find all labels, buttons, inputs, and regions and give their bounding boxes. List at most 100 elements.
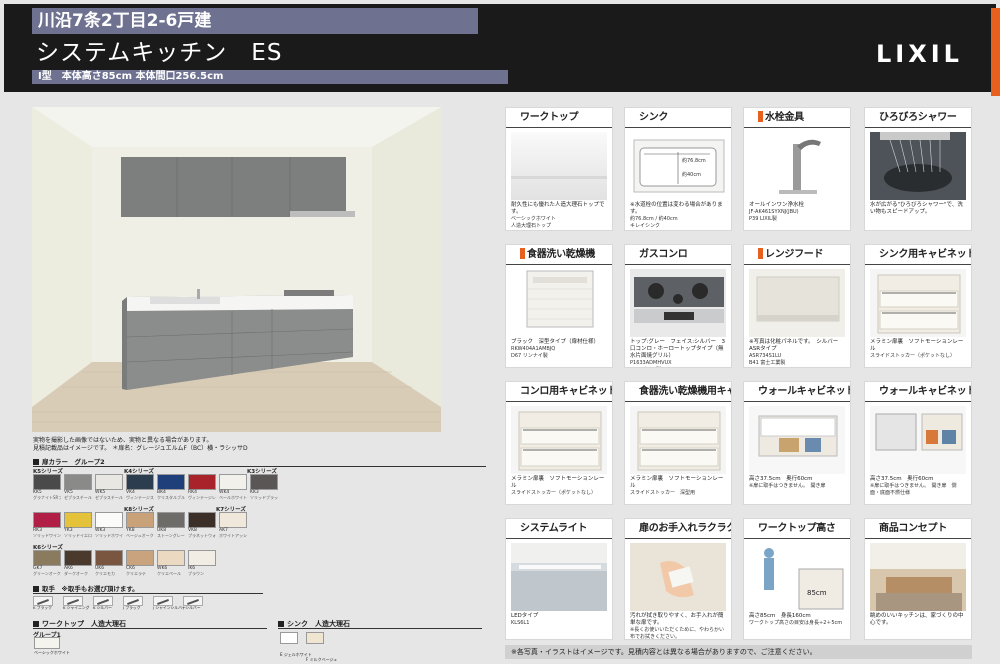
worktop-title: ワークトップ 人造大理石	[42, 620, 126, 628]
card-code: D67 リンナイ製	[511, 352, 548, 359]
card-title: 食器洗い乾燥機用キャビネット	[625, 382, 731, 402]
card-image	[870, 406, 966, 474]
card-image	[630, 406, 726, 474]
swatch-chip	[157, 512, 185, 528]
card-meta: スライドストッカー（ポケットなし）	[511, 490, 597, 496]
card-title: 水栓金具	[744, 108, 850, 128]
swatch-name: ゼブラスチールシルバー	[64, 495, 92, 500]
card-image: 約76.8cm 約40cm	[630, 132, 726, 200]
square-icon	[33, 621, 39, 627]
door-color-title: 扉カラー グループ2	[42, 458, 105, 466]
swatch-name: プラネットウォルナット	[188, 533, 216, 538]
swatch-name: クリスタルブルー	[157, 495, 185, 500]
swatch-name: ソリッドホワイト	[95, 533, 123, 538]
swatch-name: グラナイトSRブラック	[33, 495, 61, 500]
swatch-name: クリエペール	[157, 571, 181, 576]
swatch-chip	[64, 550, 92, 566]
card-title: コンロ用キャビネット	[506, 382, 612, 402]
card-description: 高さ85cm 身長160cm	[749, 613, 811, 619]
card-description: ブラック 深型タイプ（扉材仕様）	[511, 339, 600, 345]
door-swatch: YK8 ベージュオーク	[126, 512, 154, 538]
card-title: ひろびろシャワー	[865, 108, 971, 128]
card-image	[630, 269, 726, 337]
handle-option: J シルバー	[183, 596, 207, 610]
swatch-chip	[126, 512, 154, 528]
card-meta: ※扉に取手はつきません。 開き扉 側面・底面不燃仕様	[870, 483, 957, 496]
card-description: メラミン扉裏 ソフトモーションレール	[511, 476, 605, 489]
card-title: 食器洗い乾燥機	[506, 245, 612, 265]
swatch-chip	[157, 550, 185, 566]
swatch-name: ヴィンテージストーン	[126, 495, 154, 500]
card-title: 商品コンセプト	[865, 519, 971, 539]
kitchen-photo	[32, 107, 441, 432]
feature-card: ひろびろシャワー水が広がる"ひろびろシャワー"で、洗い物もスピードアップ。	[864, 107, 972, 231]
feature-card: シンク用キャビネット メラミン扉裏 ソフトモーションレール スライドストッカー（ポケ…	[864, 244, 972, 368]
square-icon	[33, 459, 39, 465]
card-title: ワークトップ	[506, 108, 612, 128]
sink-swatch-f-name: F ミルクベージュ	[306, 657, 338, 662]
swatch-name: ダークオーク	[64, 571, 88, 576]
swatch-chip	[95, 550, 123, 566]
svg-text:約76.8cm: 約76.8cm	[682, 157, 706, 164]
card-code: B41 富士工業製	[749, 359, 786, 366]
feature-card: 商品コンセプト眺めのいいキッチンは、家づくりの中心です。	[864, 518, 972, 640]
sink-swatch-f	[306, 632, 324, 644]
card-title: シンク用キャビネット	[865, 245, 971, 265]
feature-card: 食器洗い乾燥機用キャビネットメラミン扉裏 ソフトモーションレールスライドストッカ…	[624, 381, 732, 505]
handle-option: K シルバー	[93, 596, 117, 610]
sink-title: シンク 人造大理石	[287, 620, 350, 628]
handle-icon	[153, 596, 173, 606]
footer-note: ※各写真・イラストはイメージです。見積内容とは異なる場合がありますので、ご注意く…	[505, 645, 972, 659]
handle-options: K ブラック K シャイニング K シルバー J ブラック J シャインシルバー J シル…	[33, 596, 273, 614]
handle-option: J シャインシルバー	[153, 596, 186, 610]
card-title: システムライト	[506, 519, 612, 539]
swatch-name: ストーングレー	[157, 533, 185, 538]
door-swatch: KK3ソリッドブラック	[250, 474, 278, 500]
swatch-chip	[95, 474, 123, 490]
door-swatch: UK8 ストーングレー	[157, 512, 185, 538]
sink-swatch-e	[280, 632, 298, 644]
handle-label: K シャイニング	[63, 605, 90, 610]
card-title: ウォールキャビネット	[744, 382, 850, 402]
card-image: 85cm	[749, 543, 845, 611]
feature-card: 水栓金具 オールインワン浄水栓 JF-AK461SYXNJ(JBU) P39 LIXI…	[743, 107, 851, 231]
card-meta: ワークトップ高さの目安は身長÷2＋5cm	[749, 620, 843, 626]
handle-label: J シャインシルバー	[153, 605, 186, 610]
swatch-name: クリエラテ	[126, 571, 146, 576]
swatch-chip	[126, 550, 154, 566]
door-swatch: BK4クリスタルブルー	[157, 474, 185, 500]
swatch-chip	[33, 474, 61, 490]
swatch-chip	[188, 474, 216, 490]
swatch-name: ベージュオーク	[126, 533, 154, 538]
disclaimer-line-2: 見積記載品はイメージです。 ＊扉名：グレージュエルムF（BC）横・ラシッサD	[33, 445, 248, 452]
card-description: 眺めのいいキッチンは、家づくりの中心です。	[870, 613, 964, 626]
card-title: 扉のお手入れラクラク	[625, 519, 731, 539]
marker-icon	[758, 248, 763, 259]
swatch-name: クリエモカ	[95, 571, 115, 576]
feature-card: 扉のお手入れラクラク 汚れが拭き取りやすく、お手入れが簡単な扉です。 ※長くお使いい…	[624, 518, 732, 640]
card-description: 水が広がる"ひろびろシャワー"で、洗い物もスピードアップ。	[870, 202, 963, 215]
handle-icon	[93, 596, 113, 606]
handle-label: K シルバー	[93, 605, 112, 610]
door-swatch: YK3ソリッドイエロー	[64, 512, 92, 538]
card-image	[630, 543, 726, 611]
card-description: 高さ37.5cm 奥行60cm	[870, 476, 934, 482]
feature-card: ガスコンロ トップ:グレー フェイス:シルバー 3口コンロ・ホーロートップタイプ（…	[624, 244, 732, 368]
lixil-logo: LIXIL	[876, 40, 963, 68]
card-code: P39 LIXIL製	[749, 215, 777, 222]
swatch-chip	[33, 550, 61, 566]
card-image	[870, 269, 966, 337]
swatch-chip	[157, 474, 185, 490]
svg-text:約40cm: 約40cm	[682, 171, 701, 178]
card-meta: KLS6L1	[511, 620, 530, 626]
swatch-name: ブラウン	[188, 571, 204, 576]
card-image	[749, 406, 845, 474]
swatch-chip	[219, 512, 247, 528]
card-title: シンク	[625, 108, 731, 128]
feature-card: システムライト LEDタイプ KLS6L1	[505, 518, 613, 640]
page-title: 川沿7条2丁目2-6戸建	[32, 8, 478, 34]
handle-label: J シルバー	[183, 605, 201, 610]
product-spec: I型 本体高さ85cm 本体間口256.5cm	[32, 70, 508, 84]
card-image	[870, 543, 966, 611]
swatch-chip	[64, 512, 92, 528]
